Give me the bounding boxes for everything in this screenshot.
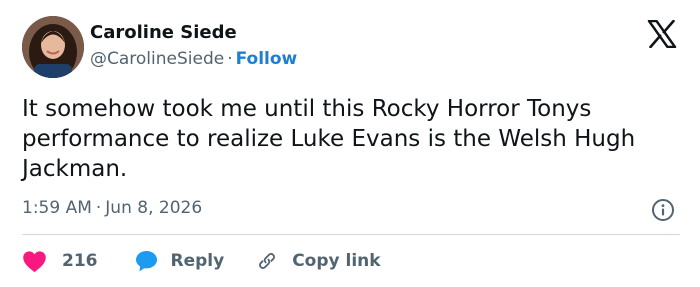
copy-link-button[interactable]: Copy link bbox=[256, 250, 381, 272]
like-button[interactable]: 216 bbox=[22, 250, 98, 273]
author-meta-row: @CarolineSiede · Follow bbox=[90, 49, 297, 69]
info-icon[interactable] bbox=[651, 198, 675, 222]
tweet-time: 1:59 AM bbox=[22, 198, 92, 218]
speech-bubble-icon bbox=[135, 251, 157, 272]
tweet-date: Jun 8, 2026 bbox=[105, 198, 203, 218]
like-count: 216 bbox=[62, 251, 98, 271]
tweet-text: It somehow took me until this Rocky Horr… bbox=[22, 96, 636, 182]
heart-icon bbox=[23, 250, 46, 272]
follow-button[interactable]: Follow bbox=[236, 49, 298, 69]
tweet-timestamp[interactable]: 1:59 AM · Jun 8, 2026 bbox=[22, 198, 202, 218]
reply-button[interactable]: Reply bbox=[134, 249, 225, 273]
x-logo-icon[interactable] bbox=[647, 19, 677, 49]
timestamp-separator: · bbox=[95, 198, 102, 218]
link-icon bbox=[259, 253, 276, 269]
author-name[interactable]: Caroline Siede bbox=[90, 22, 237, 43]
divider bbox=[22, 234, 680, 235]
avatar[interactable] bbox=[22, 16, 84, 78]
reply-label: Reply bbox=[170, 251, 225, 271]
action-bar: 216 Reply Copy link bbox=[22, 246, 381, 276]
author-handle[interactable]: @CarolineSiede bbox=[90, 49, 224, 69]
handle-separator: · bbox=[227, 49, 233, 69]
copy-link-label: Copy link bbox=[292, 251, 381, 271]
avatar-image bbox=[22, 16, 84, 78]
